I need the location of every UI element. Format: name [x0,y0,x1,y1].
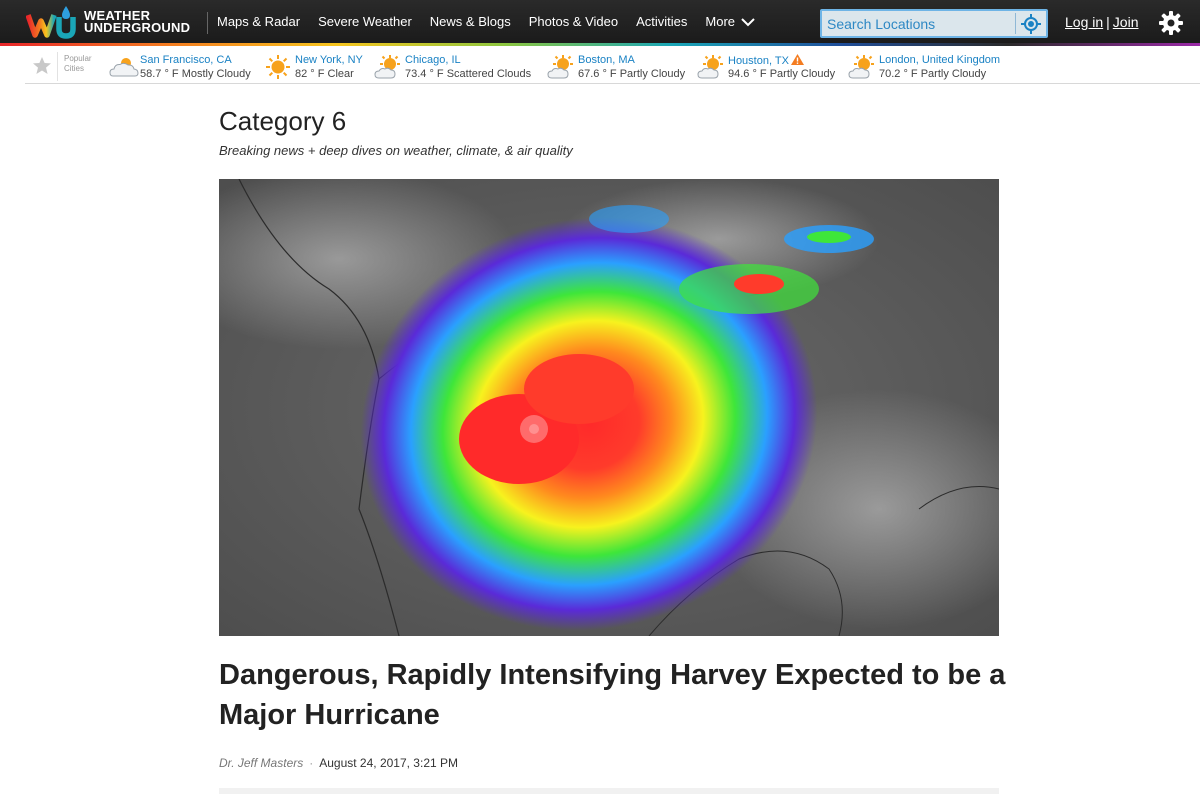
gear-icon[interactable] [1159,11,1183,35]
logo-line-2: UNDERGROUND [84,20,191,35]
city-weather: 70.2 ° F Partly Cloudy [879,68,987,80]
popular-label-line-2: Cities [64,64,85,73]
blog-title[interactable]: Category 6 [219,106,346,137]
nav-more[interactable]: More [705,14,755,29]
popular-cities-label: Popular Cities [64,54,92,74]
nav-more-label: More [705,14,736,29]
join-link[interactable]: Join [1113,14,1139,30]
severe-alert-icon[interactable] [790,54,804,65]
top-navigation: WEATHER UNDERGROUND Maps & Radar Severe … [0,0,1200,46]
mostly-cloudy-icon [109,58,139,77]
partly-cloudy-icon [697,55,723,79]
nav-activities[interactable]: Activities [636,14,687,29]
blog-tagline: Breaking news + deep dives on weather, c… [219,143,573,158]
city-weather: 82 ° F Clear [295,68,354,80]
nav-news-blogs[interactable]: News & Blogs [430,14,511,29]
city-weather: 73.4 ° F Scattered Clouds [405,68,532,80]
search-input[interactable] [822,11,1012,36]
city-name: New York, NY [295,54,363,66]
nav-maps-radar[interactable]: Maps & Radar [217,14,300,29]
city-name: San Francisco, CA [140,54,232,66]
partly-cloudy-icon [374,55,400,79]
city-weather: 94.6 ° F Partly Cloudy [728,68,836,80]
chevron-down-icon [741,17,755,26]
article-headline: Dangerous, Rapidly Intensifying Harvey E… [219,659,1006,731]
wu-logo-icon [26,6,76,39]
main-nav: Maps & Radar Severe Weather News & Blogs… [217,14,773,29]
search-divider [1015,13,1016,34]
city-name: London, United Kingdom [879,54,1001,66]
content-divider [219,788,999,794]
byline-separator: · [309,756,314,770]
auth-separator: | [1106,14,1110,30]
publish-date: August 24, 2017, 3:21 PM [319,756,458,770]
nav-severe-weather[interactable]: Severe Weather [318,14,412,29]
citybar-divider [57,52,58,81]
site-logo[interactable]: WEATHER UNDERGROUND [26,4,190,40]
article-byline: Dr. Jeff Masters · August 24, 2017, 3:21 P… [219,756,458,770]
city-name: Chicago, IL [405,54,461,66]
nav-photos-video[interactable]: Photos & Video [529,14,618,29]
locate-me-icon[interactable] [1020,13,1042,35]
author-link[interactable]: Dr. Jeff Masters [219,756,303,770]
hurricane-satellite-image [219,179,999,636]
partly-cloudy-icon [547,55,573,79]
popular-label-line-1: Popular [64,54,92,63]
city-weather: 58.7 ° F Mostly Cloudy [140,68,251,80]
popular-cities-bar: Popular Cities San Francisco, CA 58.7 ° … [25,49,1200,84]
sunny-icon [266,55,290,79]
satellite-image-graphic [219,179,999,636]
nav-divider [207,12,208,34]
city-name: Houston, TX [728,54,804,67]
city-name: Boston, MA [578,54,635,66]
city-name-text: Houston, TX [728,55,789,67]
auth-links: Log in | Join [1065,14,1138,30]
partly-cloudy-icon [848,55,874,79]
star-icon[interactable] [32,56,52,76]
color-stripe [0,43,1200,46]
logo-wordmark: WEATHER UNDERGROUND [84,9,191,35]
login-link[interactable]: Log in [1065,14,1103,30]
city-weather: 67.6 ° F Partly Cloudy [578,68,686,80]
search-box [820,9,1048,38]
